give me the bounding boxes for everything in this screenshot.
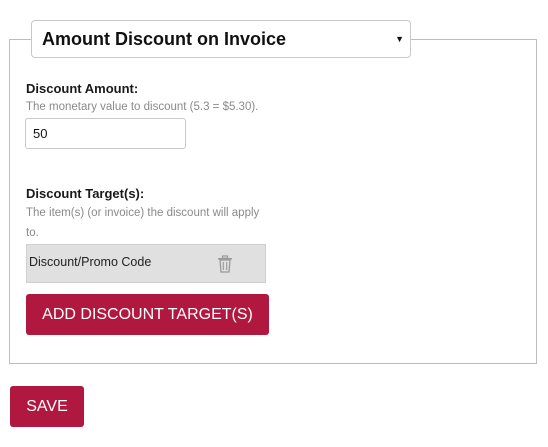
save-button[interactable]: SAVE	[10, 386, 84, 427]
discount-amount-label: Discount Amount:	[26, 81, 139, 96]
trash-icon[interactable]	[217, 255, 233, 273]
discount-target-label: Discount/Promo Code	[29, 255, 152, 269]
discount-targets-help-line1: The item(s) (or invoice) the discount wi…	[26, 207, 260, 219]
discount-type-selected-value: Amount Discount on Invoice	[42, 28, 287, 49]
discount-type-select[interactable]: Amount Discount on Invoice ▼	[31, 20, 411, 58]
discount-targets-label: Discount Target(s):	[26, 186, 145, 201]
discount-target-item: Discount/Promo Code	[26, 244, 266, 283]
caret-down-icon: ▼	[395, 34, 404, 44]
discount-amount-input[interactable]	[25, 118, 186, 149]
discount-targets-help-line2: to.	[26, 227, 39, 239]
add-discount-target-button[interactable]: ADD DISCOUNT TARGET(S)	[26, 294, 269, 335]
discount-amount-help: The monetary value to discount (5.3 = $5…	[26, 101, 259, 113]
